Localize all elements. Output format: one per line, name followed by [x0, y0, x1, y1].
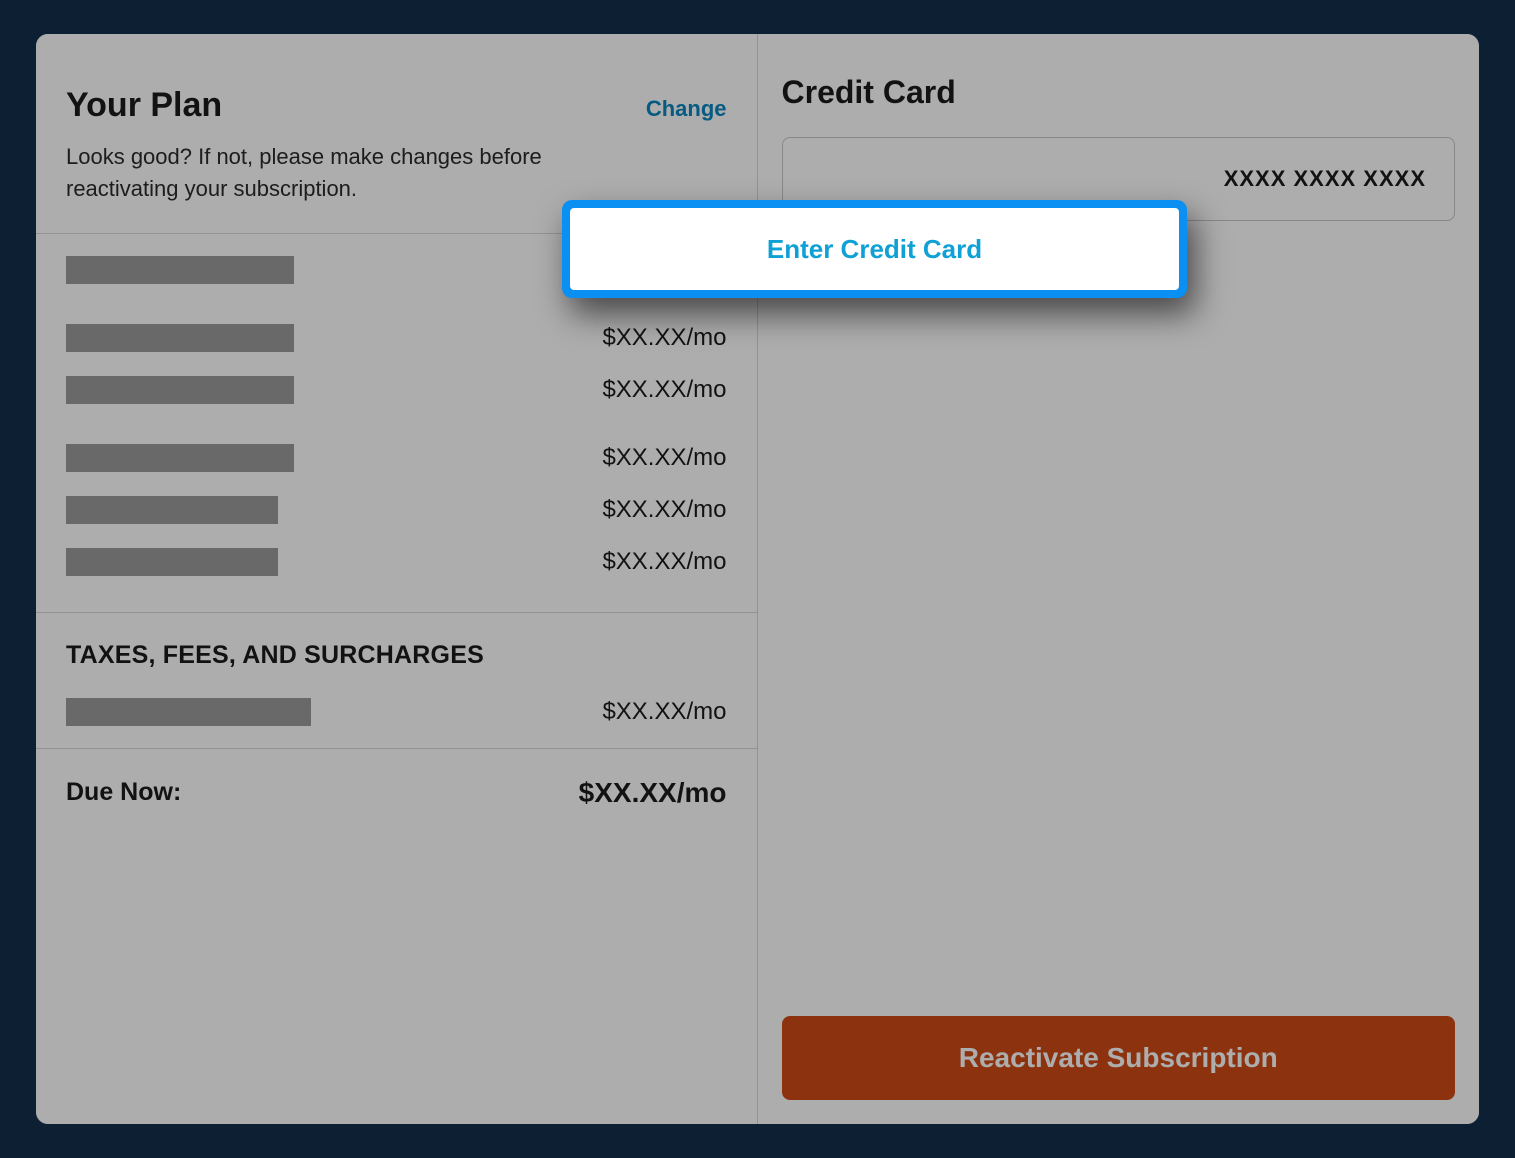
spacer — [782, 221, 1456, 1016]
line-item-group: $XX.XX/mo $XX.XX/mo — [66, 324, 727, 404]
line-item-row: $XX.XX/mo — [66, 324, 727, 352]
redacted-label — [66, 256, 294, 284]
plan-title: Your Plan — [66, 86, 222, 125]
redacted-label — [66, 548, 278, 576]
line-item-price: $XX.XX/mo — [602, 548, 726, 576]
line-item-row: $XX.XX/mo — [66, 548, 727, 576]
billing-card: Your Plan Change Looks good? If not, ple… — [36, 34, 1479, 1124]
enter-credit-card-button[interactable]: Enter Credit Card — [570, 208, 1179, 290]
line-item-price: $XX.XX/mo — [602, 444, 726, 472]
reactivate-subscription-button[interactable]: Reactivate Subscription — [782, 1016, 1456, 1100]
line-item-row: $XX.XX/mo — [66, 376, 727, 404]
enter-credit-card-highlight: Enter Credit Card — [562, 200, 1187, 298]
change-plan-link[interactable]: Change — [646, 96, 727, 122]
line-item-price: $XX.XX/mo — [602, 376, 726, 404]
credit-card-title: Credit Card — [782, 74, 1456, 111]
due-now-section: Due Now: $XX.XX/mo — [36, 749, 757, 829]
due-now-price: $XX.XX/mo — [579, 777, 727, 809]
redacted-label — [66, 496, 278, 524]
line-item-group: $XX.XX/mo $XX.XX/mo $XX.XX/mo — [66, 444, 727, 576]
redacted-label — [66, 698, 311, 726]
redacted-label — [66, 324, 294, 352]
line-item-row: $XX.XX/mo — [66, 496, 727, 524]
taxes-price: $XX.XX/mo — [602, 698, 726, 726]
redacted-label — [66, 376, 294, 404]
plan-title-row: Your Plan Change — [66, 86, 727, 125]
taxes-section: TAXES, FEES, AND SURCHARGES $XX.XX/mo — [36, 613, 757, 749]
redacted-label — [66, 444, 294, 472]
plan-panel: Your Plan Change Looks good? If not, ple… — [36, 34, 758, 1124]
line-item-price: $XX.XX/mo — [602, 496, 726, 524]
card-number-masked: XXXX XXXX XXXX — [1224, 166, 1426, 192]
due-now-label: Due Now: — [66, 778, 181, 807]
line-item-row: $XX.XX/mo — [66, 698, 727, 726]
credit-card-panel: Credit Card XXXX XXXX XXXX Reactivate Su… — [758, 34, 1480, 1124]
taxes-title: TAXES, FEES, AND SURCHARGES — [66, 641, 727, 670]
line-item-price: $XX.XX/mo — [602, 324, 726, 352]
line-item-row: $XX.XX/mo — [66, 444, 727, 472]
plan-subtitle: Looks good? If not, please make changes … — [66, 141, 586, 205]
